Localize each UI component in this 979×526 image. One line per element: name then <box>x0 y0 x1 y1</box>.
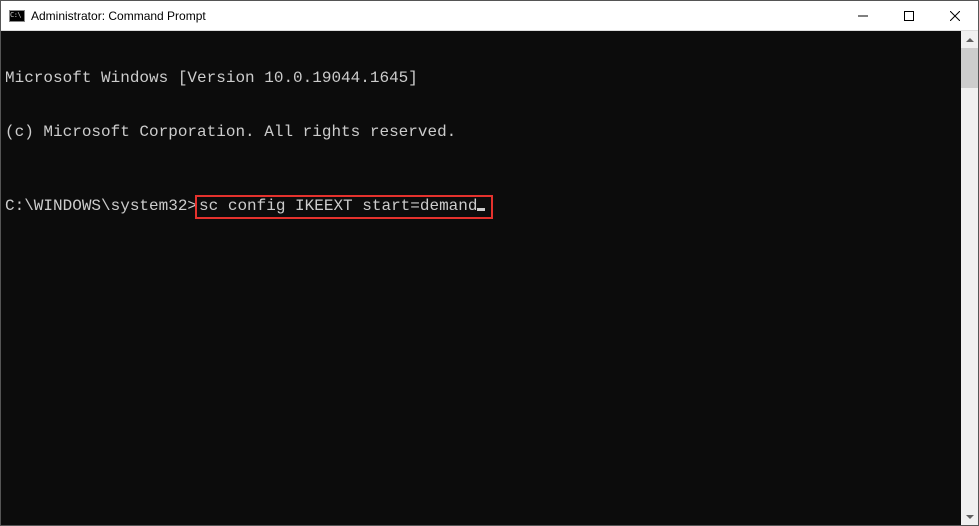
close-button[interactable] <box>932 1 978 30</box>
scroll-thumb[interactable] <box>961 48 978 88</box>
console-output: Microsoft Windows [Version 10.0.19044.16… <box>1 31 961 525</box>
window-title: Administrator: Command Prompt <box>31 9 206 23</box>
cursor <box>477 208 485 211</box>
scroll-track[interactable] <box>961 48 978 508</box>
vertical-scrollbar[interactable] <box>961 31 978 525</box>
prompt-path: C:\WINDOWS\system32> <box>5 197 197 215</box>
command-prompt-window: Administrator: Command Prompt Microsoft … <box>0 0 979 526</box>
command-highlight-box: sc config IKEEXT start=demand <box>195 195 493 219</box>
maximize-button[interactable] <box>886 1 932 30</box>
prompt-line: C:\WINDOWS\system32>sc config IKEEXT sta… <box>5 195 957 219</box>
console-area[interactable]: Microsoft Windows [Version 10.0.19044.16… <box>1 31 978 525</box>
window-controls <box>840 1 978 30</box>
titlebar[interactable]: Administrator: Command Prompt <box>1 1 978 31</box>
version-line: Microsoft Windows [Version 10.0.19044.16… <box>5 69 957 87</box>
scroll-up-button[interactable] <box>961 31 978 48</box>
minimize-button[interactable] <box>840 1 886 30</box>
copyright-line: (c) Microsoft Corporation. All rights re… <box>5 123 957 141</box>
typed-command: sc config IKEEXT start=demand <box>199 197 477 215</box>
scroll-down-button[interactable] <box>961 508 978 525</box>
cmd-icon <box>9 8 25 24</box>
